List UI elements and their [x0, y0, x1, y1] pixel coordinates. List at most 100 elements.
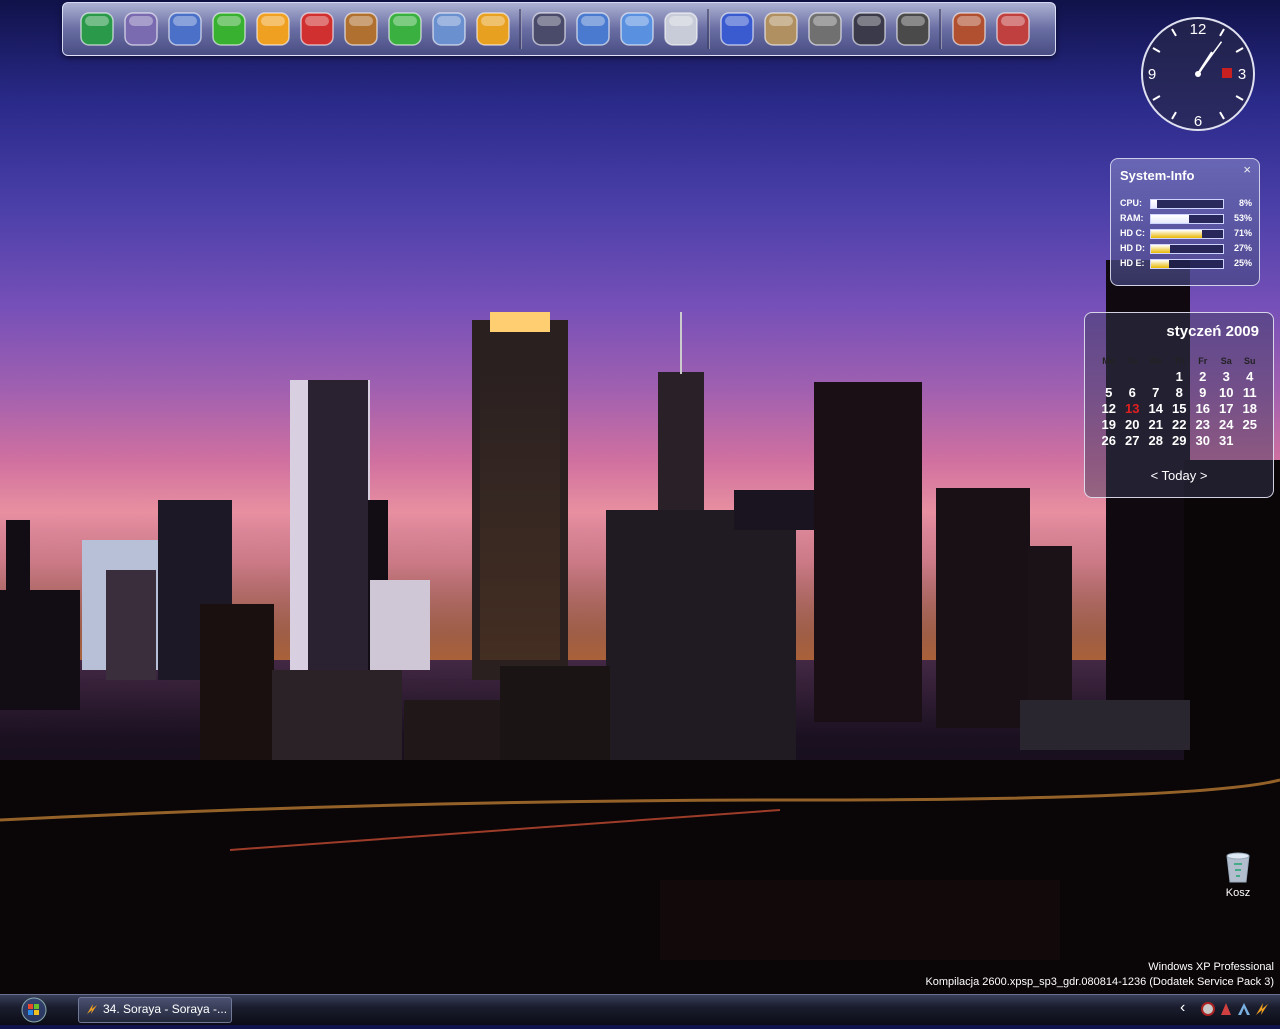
wallpaper-skyline — [0, 260, 1280, 994]
laptop-scan-icon[interactable] — [849, 9, 889, 49]
calendar-day[interactable]: 1 — [1168, 369, 1192, 385]
calendar-day[interactable]: 13 — [1121, 401, 1145, 417]
calendar-grid: Mo Tu We Th Fr Sa Su 1 2 3 4 5 6 7 8 9 10 11 12 13 14 15 16 17 1… — [1097, 353, 1267, 449]
calendar-day[interactable]: 8 — [1168, 385, 1192, 401]
calendar-day[interactable]: 6 — [1121, 385, 1145, 401]
calendar-day[interactable]: 11 — [1238, 385, 1262, 401]
calendar-day[interactable]: 20 — [1121, 417, 1145, 433]
watermark-line-2: Kompilacja 2600.xpsp_sp3_gdr.080814-1236… — [925, 976, 1274, 988]
sysinfo-bar — [1150, 229, 1224, 239]
calendar-day — [1144, 369, 1168, 385]
calendar-weekday: Fr — [1198, 356, 1208, 366]
calendar-day — [1097, 369, 1121, 385]
sysinfo-bar — [1150, 259, 1224, 269]
sysinfo-bar-fill — [1151, 260, 1169, 268]
dock-separator — [939, 9, 942, 49]
film-reel-icon[interactable] — [805, 9, 845, 49]
camera-icon[interactable] — [893, 9, 933, 49]
calendar-nav[interactable]: < Today > — [1085, 468, 1273, 483]
system-info-gadget: System-Info × CPU: 8% RAM: 53% HD C: 71% HD… — [1110, 158, 1260, 286]
close-icon[interactable]: × — [1243, 162, 1251, 177]
recycle-bin-label: Kosz — [1225, 887, 1251, 899]
sysinfo-row: HD E: 25% — [1120, 256, 1254, 270]
tray-expand-chevron[interactable]: ‹ — [1180, 999, 1185, 1017]
tray-antivirus-icon[interactable] — [1200, 1001, 1216, 1017]
calendar-day[interactable]: 28 — [1144, 433, 1168, 449]
calendar-day[interactable]: 22 — [1168, 417, 1192, 433]
clock-numeral-12: 12 — [1190, 21, 1207, 38]
cleanup-brush-icon[interactable] — [617, 9, 657, 49]
calendar-day[interactable]: 23 — [1191, 417, 1215, 433]
sysinfo-percent: 53% — [1233, 213, 1252, 223]
registry-cubes-icon[interactable] — [573, 9, 613, 49]
calendar-day[interactable]: 14 — [1144, 401, 1168, 417]
tray-arch-icon[interactable] — [1236, 1001, 1252, 1017]
calendar-day[interactable]: 7 — [1144, 385, 1168, 401]
calendar-weekday: Th — [1173, 356, 1185, 366]
sysinfo-percent: 8% — [1238, 198, 1252, 208]
calendar-day[interactable]: 4 — [1238, 369, 1262, 385]
calendar-day[interactable]: 2 — [1191, 369, 1215, 385]
recycle-bin[interactable]: Kosz — [1218, 850, 1258, 899]
calendar-day[interactable]: 15 — [1168, 401, 1192, 417]
sysinfo-bar-fill — [1151, 200, 1157, 208]
calendar-day — [1121, 369, 1145, 385]
calendar-day[interactable]: 16 — [1191, 401, 1215, 417]
dock-separator — [519, 9, 522, 49]
tray-cleanup-icon[interactable] — [1218, 1001, 1234, 1017]
start-button[interactable] — [12, 996, 56, 1024]
media-tool-icon[interactable] — [529, 9, 569, 49]
calendar-day[interactable]: 29 — [1168, 433, 1192, 449]
sysinfo-row: HD C: 71% — [1120, 226, 1254, 240]
calendar-day[interactable]: 25 — [1238, 417, 1262, 433]
taskbar-button-winamp[interactable]: 34. Soraya - Soraya -... — [78, 997, 232, 1023]
calendar-day[interactable]: 5 — [1097, 385, 1121, 401]
winamp-icon — [85, 1002, 99, 1019]
paint-brushes-icon[interactable] — [121, 9, 161, 49]
acrobat-icon[interactable] — [297, 9, 337, 49]
calendar-day[interactable]: 21 — [1144, 417, 1168, 433]
archive-stack-icon[interactable] — [761, 9, 801, 49]
arch-icon[interactable] — [429, 9, 469, 49]
calendar-week-row: 26 27 28 29 30 31 — [1097, 433, 1267, 449]
butterfly-network-icon[interactable] — [717, 9, 757, 49]
calendar-week-row: 5 6 7 8 9 10 11 — [1097, 385, 1267, 401]
sysinfo-row: HD D: 27% — [1120, 241, 1254, 255]
calendar-weekday: Mo — [1102, 356, 1116, 366]
gopher-icon[interactable] — [341, 9, 381, 49]
sysinfo-percent: 25% — [1233, 258, 1252, 268]
calendar-day[interactable]: 24 — [1215, 417, 1239, 433]
play-icon[interactable] — [385, 9, 425, 49]
winamp-icon[interactable] — [473, 9, 513, 49]
tools-icon[interactable] — [993, 9, 1033, 49]
clock-numeral-6: 6 — [1194, 113, 1202, 130]
calendar-weekday: Tu — [1127, 356, 1138, 366]
burner-icon[interactable] — [949, 9, 989, 49]
recycle-bin-icon — [1226, 852, 1250, 883]
disk-icon[interactable] — [661, 9, 701, 49]
utorrent-icon[interactable] — [209, 9, 249, 49]
calendar-day[interactable]: 3 — [1215, 369, 1239, 385]
calendar-day[interactable]: 10 — [1215, 385, 1239, 401]
calendar-day[interactable]: 9 — [1191, 385, 1215, 401]
os-build-watermark: Windows XP Professional Kompilacja 2600.… — [925, 960, 1274, 990]
system-info-title: System-Info — [1120, 168, 1195, 183]
calendar-day[interactable]: 26 — [1097, 433, 1121, 449]
calendar-day[interactable]: 30 — [1191, 433, 1215, 449]
calendar-weekday: We — [1149, 356, 1163, 366]
notes-pen-icon[interactable] — [165, 9, 205, 49]
calendar-day[interactable]: 12 — [1097, 401, 1121, 417]
excel-icon[interactable] — [77, 9, 117, 49]
info-icon[interactable] — [253, 9, 293, 49]
calendar-day[interactable]: 18 — [1238, 401, 1262, 417]
tray-winamp-icon[interactable] — [1254, 1001, 1270, 1017]
calendar-day[interactable]: 31 — [1215, 433, 1239, 449]
calendar-day[interactable]: 17 — [1215, 401, 1239, 417]
calendar-week-row: 19 20 21 22 23 24 25 — [1097, 417, 1267, 433]
calendar-day[interactable]: 27 — [1121, 433, 1145, 449]
calendar-day[interactable]: 19 — [1097, 417, 1121, 433]
sysinfo-bar — [1150, 214, 1224, 224]
quick-launch-dock — [62, 2, 1056, 56]
dock-separator — [707, 9, 710, 49]
watermark-line-1: Windows XP Professional — [1148, 961, 1274, 973]
